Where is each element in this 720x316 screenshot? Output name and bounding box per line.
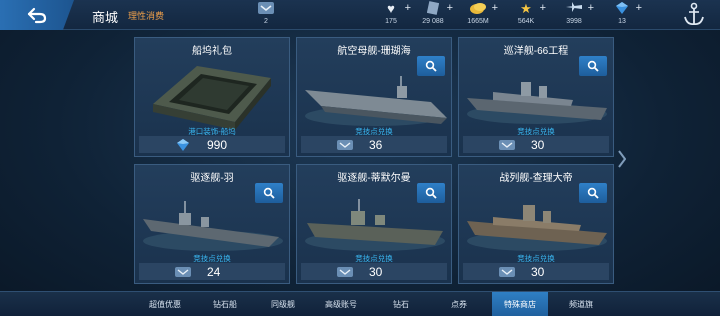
anchor-button[interactable] — [668, 0, 720, 30]
dock-image — [139, 56, 285, 134]
zoom-button[interactable] — [417, 56, 445, 76]
zoom-button[interactable] — [579, 183, 607, 203]
tab-diamonds[interactable]: 钻石 — [376, 292, 426, 316]
magnifier-icon — [587, 60, 599, 72]
magnifier-icon — [263, 187, 275, 199]
price-bar: 24 — [139, 263, 285, 280]
shop-item-card[interactable]: 巡洋舰-66工程 竞技点兑换 30 — [458, 37, 614, 157]
magnifier-icon — [425, 60, 437, 72]
tab-premium-account[interactable]: 高级账号 — [316, 292, 366, 316]
magnifier-icon — [425, 187, 437, 199]
medal-icon — [240, 1, 292, 17]
arena-medal-icon — [335, 139, 355, 151]
shop-item-card[interactable]: 船坞礼包 港口装饰-船坞 990 — [134, 37, 290, 157]
chevron-right-icon — [618, 150, 626, 168]
item-title: 战列舰-查理大帝 — [499, 173, 573, 184]
add-star-icon[interactable]: + — [540, 2, 546, 14]
price-bar: 30 — [301, 263, 447, 280]
magnifier-icon — [587, 187, 599, 199]
item-price: 30 — [369, 264, 383, 279]
tab-same-tier[interactable]: 同级舰 — [258, 292, 308, 316]
aircraft-counter[interactable]: 3998 + — [548, 1, 600, 29]
price-bar: 990 — [139, 136, 285, 153]
item-title: 驱逐舰-蒂默尔曼 — [337, 173, 411, 184]
add-gem-icon[interactable]: + — [636, 2, 642, 14]
item-title: 巡洋舰-66工程 — [503, 46, 569, 57]
item-price: 990 — [207, 137, 228, 152]
item-price: 30 — [531, 137, 545, 152]
arena-medal-icon — [335, 266, 355, 278]
item-title: 驱逐舰-羽 — [190, 173, 234, 184]
price-bar: 36 — [301, 136, 447, 153]
zoom-button[interactable] — [579, 56, 607, 76]
shop-item-card[interactable]: 航空母舰-珊瑚海 竞技点兑换 36 — [296, 37, 452, 157]
star-counter[interactable]: ★ 564K + — [500, 1, 552, 29]
top-bar: 商城 理性消费 2 ♥ 175 + 29 088 + 1665M + ★ 564… — [0, 0, 720, 30]
gold-counter[interactable]: 1665M + — [452, 1, 504, 29]
tab-coupons[interactable]: 点券 — [434, 292, 484, 316]
tab-diamond-ships[interactable]: 钻石船 — [200, 292, 250, 316]
back-button[interactable] — [0, 0, 74, 30]
add-aircraft-icon[interactable]: + — [588, 2, 594, 14]
zoom-button[interactable] — [417, 183, 445, 203]
shop-item-card[interactable]: 驱逐舰-蒂默尔曼 竞技点兑换 30 — [296, 164, 452, 284]
item-title: 航空母舰-珊瑚海 — [337, 46, 411, 57]
price-bar: 30 — [463, 136, 609, 153]
page-title: 商城 — [92, 10, 119, 25]
item-price: 36 — [369, 137, 383, 152]
tab-value-deals[interactable]: 超值优惠 — [140, 292, 190, 316]
gem-counter[interactable]: 13 + — [596, 1, 648, 29]
arena-medal-icon — [497, 139, 517, 151]
medal-counter: 2 — [240, 1, 292, 29]
tab-special-shop[interactable]: 特殊商店 — [492, 292, 548, 316]
next-page-button[interactable] — [615, 148, 629, 170]
diamond-icon — [173, 138, 193, 152]
back-arrow-icon — [27, 7, 47, 24]
item-price: 30 — [531, 264, 545, 279]
arena-medal-icon — [173, 266, 193, 278]
category-tab-bar: 超值优惠 钻石船 同级舰 高级账号 钻石 点券 特殊商店 频道旗 — [0, 291, 720, 316]
price-bar: 30 — [463, 263, 609, 280]
add-gold-icon[interactable]: + — [492, 2, 498, 14]
zoom-button[interactable] — [255, 183, 283, 203]
arena-medal-icon — [497, 266, 517, 278]
tab-channel-flag[interactable]: 频道旗 — [556, 292, 606, 316]
item-title: 船坞礼包 — [192, 46, 232, 57]
item-price: 24 — [207, 264, 221, 279]
shop-item-card[interactable]: 驱逐舰-羽 竞技点兑换 24 — [134, 164, 290, 284]
shop-item-card[interactable]: 战列舰-查理大帝 竞技点兑换 30 — [458, 164, 614, 284]
anchor-icon — [684, 2, 704, 26]
page-subtitle: 理性消费 — [128, 11, 165, 21]
